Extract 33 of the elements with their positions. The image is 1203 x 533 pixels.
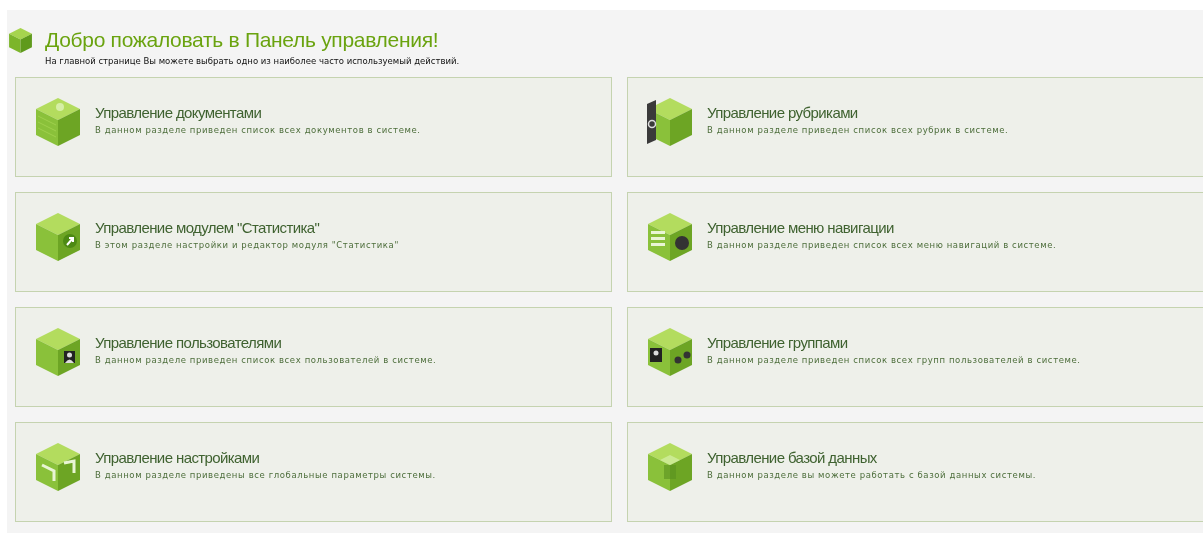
section-description: В данном разделе приведен список всех меню навигаций в системе. <box>707 240 1057 250</box>
section-description: В данном разделе приведен список всех групп пользователей в системе. <box>707 355 1081 365</box>
category-cube-icon <box>646 96 694 148</box>
page-title: Добро пожаловать в Панель управления! <box>45 27 440 53</box>
section-card[interactable]: Управление документами В данном разделе приведен список всех документов в системе. <box>15 77 612 177</box>
section-description: В данном разделе приведены все глобальные параметры системы. <box>95 470 436 480</box>
section-card[interactable]: Управление группами В данном разделе приведен список всех групп пользователей в системе. <box>627 307 1203 407</box>
section-description: В данном разделе приведен список всех пользователей в системе. <box>95 355 437 365</box>
section-card[interactable]: Управление базой данных В данном разделе вы можете работать с базой данных системы. <box>627 422 1203 522</box>
section-link[interactable]: Управление документами <box>95 104 262 121</box>
section-link[interactable]: Управление пользователями <box>95 334 282 351</box>
section-card[interactable]: Управление модулем "Статистика" В этом разделе настройки и редактор модуля "Статистика" <box>15 192 612 292</box>
group-cube-icon <box>646 326 694 378</box>
section-description: В данном разделе приведен список всех рубрик в системе. <box>707 125 1009 135</box>
user-cube-icon <box>34 326 82 378</box>
section-card[interactable]: Управление пользователями В данном разделе приведен список всех пользователей в системе. <box>15 307 612 407</box>
list-cube-icon <box>646 211 694 263</box>
cube-logo-icon <box>8 27 33 54</box>
document-cube-icon <box>34 96 82 148</box>
section-card[interactable]: Управление меню навигации В данном разделе приведен список всех меню навигаций в системе. <box>627 192 1203 292</box>
section-description: В данном разделе вы можете работать с базой данных системы. <box>707 470 1036 480</box>
arrow-cube-icon <box>34 211 82 263</box>
section-link[interactable]: Управление базой данных <box>707 449 877 466</box>
page-subtitle: На главной странице Вы можете выбрать одно из наиболее часто используемый действий. <box>45 56 460 66</box>
section-card[interactable]: Управление рубриками В данном разделе приведен список всех рубрик в системе. <box>627 77 1203 177</box>
section-link[interactable]: Управление группами <box>707 334 848 351</box>
section-link[interactable]: Управление модулем "Статистика" <box>95 219 320 236</box>
section-link[interactable]: Управление меню навигации <box>707 219 894 236</box>
section-description: В данном разделе приведен список всех документов в системе. <box>95 125 421 135</box>
section-card[interactable]: Управление настройками В данном разделе приведены все глобальные параметры системы. <box>15 422 612 522</box>
section-link[interactable]: Управление настройками <box>95 449 260 466</box>
section-link[interactable]: Управление рубриками <box>707 104 858 121</box>
section-description: В этом разделе настройки и редактор модуля "Статистика" <box>95 240 399 250</box>
